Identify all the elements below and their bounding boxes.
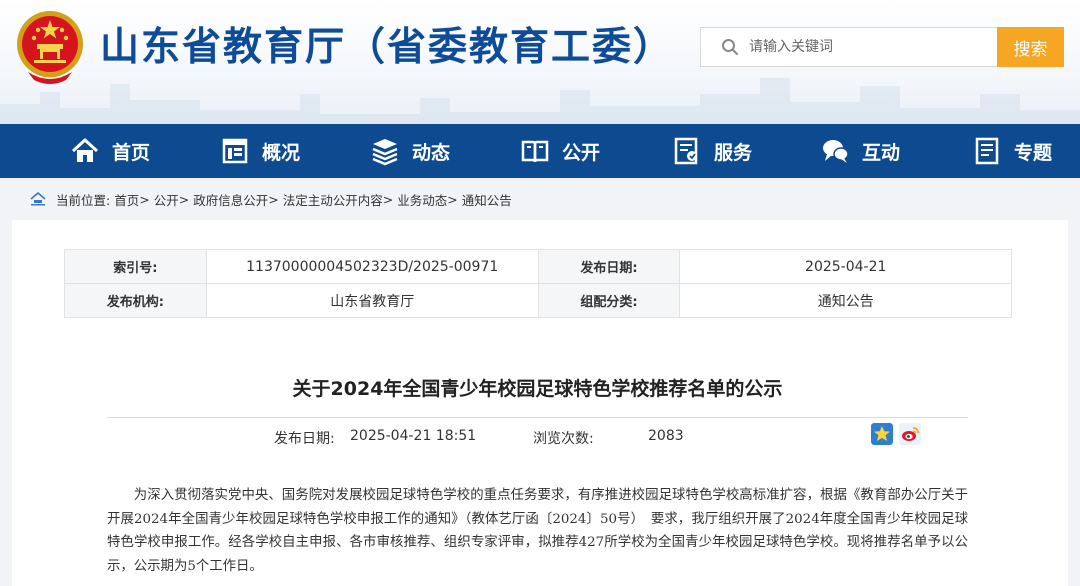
home-icon (30, 192, 46, 206)
skyline-decoration (0, 78, 1080, 124)
breadcrumb-prefix: 当前位置: (56, 192, 111, 208)
nav-label: 专题 (1014, 141, 1053, 164)
chat-icon (823, 140, 849, 163)
main-nav: 首页 概况 动态 公开 服务 互动 专题 (0, 124, 1080, 178)
article-title: 关于2024年全国青少年校园足球特色学校推荐名单的公示 (292, 378, 783, 400)
breadcrumb-separator: > (447, 191, 458, 207)
publish-label: 发布日期: (274, 431, 335, 447)
nav-label: 互动 (862, 141, 901, 164)
nav-label: 服务 (714, 141, 753, 164)
breadcrumb: 当前位置: 首页 > 公开 > 政府信息公开 > 法定主动公开内容 > 业务动态 > 通知… (0, 178, 1080, 220)
article-body: 为深入贯彻落实党中央、国务院对发展校园足球特色学校的重点任务要求，有序推进校园足… (107, 484, 968, 578)
nav-item-interact[interactable]: 互动 (820, 124, 900, 178)
date-label: 发布日期: (537, 249, 681, 284)
breadcrumb-separator: > (178, 191, 190, 207)
article-paragraph: 为深入贯彻落实党中央、国务院对发展校园足球特色学校的重点任务要求，有序推进校园足… (107, 488, 968, 574)
search-icon (722, 39, 738, 55)
nav-item-overview[interactable]: 概况 (220, 124, 300, 178)
site-title: 山东省教育厅（省委教育工委） (100, 25, 675, 70)
date-value: 2025-04-21 (679, 249, 1012, 284)
table-row: 索引号: 11370000004502323D/2025-00971 发布日期:… (64, 249, 1012, 284)
open-book-icon (521, 140, 549, 163)
search-input[interactable] (749, 39, 979, 55)
breadcrumb-separator: > (268, 191, 279, 207)
breadcrumb-link-gov-info[interactable]: 政府信息公开 (193, 190, 268, 209)
nav-label: 动态 (412, 141, 451, 164)
nav-label: 概况 (262, 141, 301, 164)
views-label: 浏览次数: (533, 431, 594, 447)
views-value: 2083 (648, 428, 684, 444)
nav-item-open[interactable]: 公开 (520, 124, 600, 178)
news-stack-icon (372, 139, 398, 166)
publish-value: 2025-04-21 18:51 (350, 428, 477, 444)
nav-item-service[interactable]: 服务 (672, 124, 752, 178)
nav-label: 首页 (112, 141, 151, 164)
nav-item-news[interactable]: 动态 (370, 124, 450, 178)
nav-item-home[interactable]: 首页 (70, 124, 150, 178)
topic-icon (975, 137, 999, 165)
meta-table: 索引号: 11370000004502323D/2025-00971 发布日期:… (64, 249, 1012, 318)
breadcrumb-link-home[interactable]: 首页 (114, 190, 139, 209)
table-row: 发布机构: 山东省教育厅 组配分类: 通知公告 (64, 283, 1012, 318)
national-emblem-icon (17, 11, 83, 84)
breadcrumb-link-notice[interactable]: 通知公告 (462, 190, 512, 209)
weibo-icon[interactable] (899, 423, 921, 445)
category-label: 组配分类: (537, 283, 681, 318)
breadcrumb-separator: > (382, 191, 394, 207)
home-icon (71, 138, 99, 162)
org-label: 发布机构: (64, 283, 207, 318)
category-value: 通知公告 (679, 283, 1012, 318)
site-header: 山东省教育厅（省委教育工委） 搜索 (0, 0, 1080, 124)
search-box (700, 27, 998, 67)
service-icon (674, 137, 698, 165)
org-value: 山东省教育厅 (205, 283, 539, 318)
breadcrumb-link-open[interactable]: 公开 (154, 190, 179, 209)
nav-item-topic[interactable]: 专题 (972, 124, 1052, 178)
index-label: 索引号: (64, 249, 207, 284)
search-button[interactable]: 搜索 (997, 27, 1064, 67)
breadcrumb-separator: > (139, 191, 150, 207)
index-value: 11370000004502323D/2025-00971 (205, 249, 539, 284)
nav-label: 公开 (562, 141, 601, 164)
breadcrumb-link-statutory[interactable]: 法定主动公开内容 (283, 190, 383, 209)
breadcrumb-link-business[interactable]: 业务动态 (397, 190, 447, 209)
favorite-star-icon[interactable] (871, 423, 893, 445)
title-divider (107, 417, 968, 418)
overview-icon (222, 138, 248, 164)
